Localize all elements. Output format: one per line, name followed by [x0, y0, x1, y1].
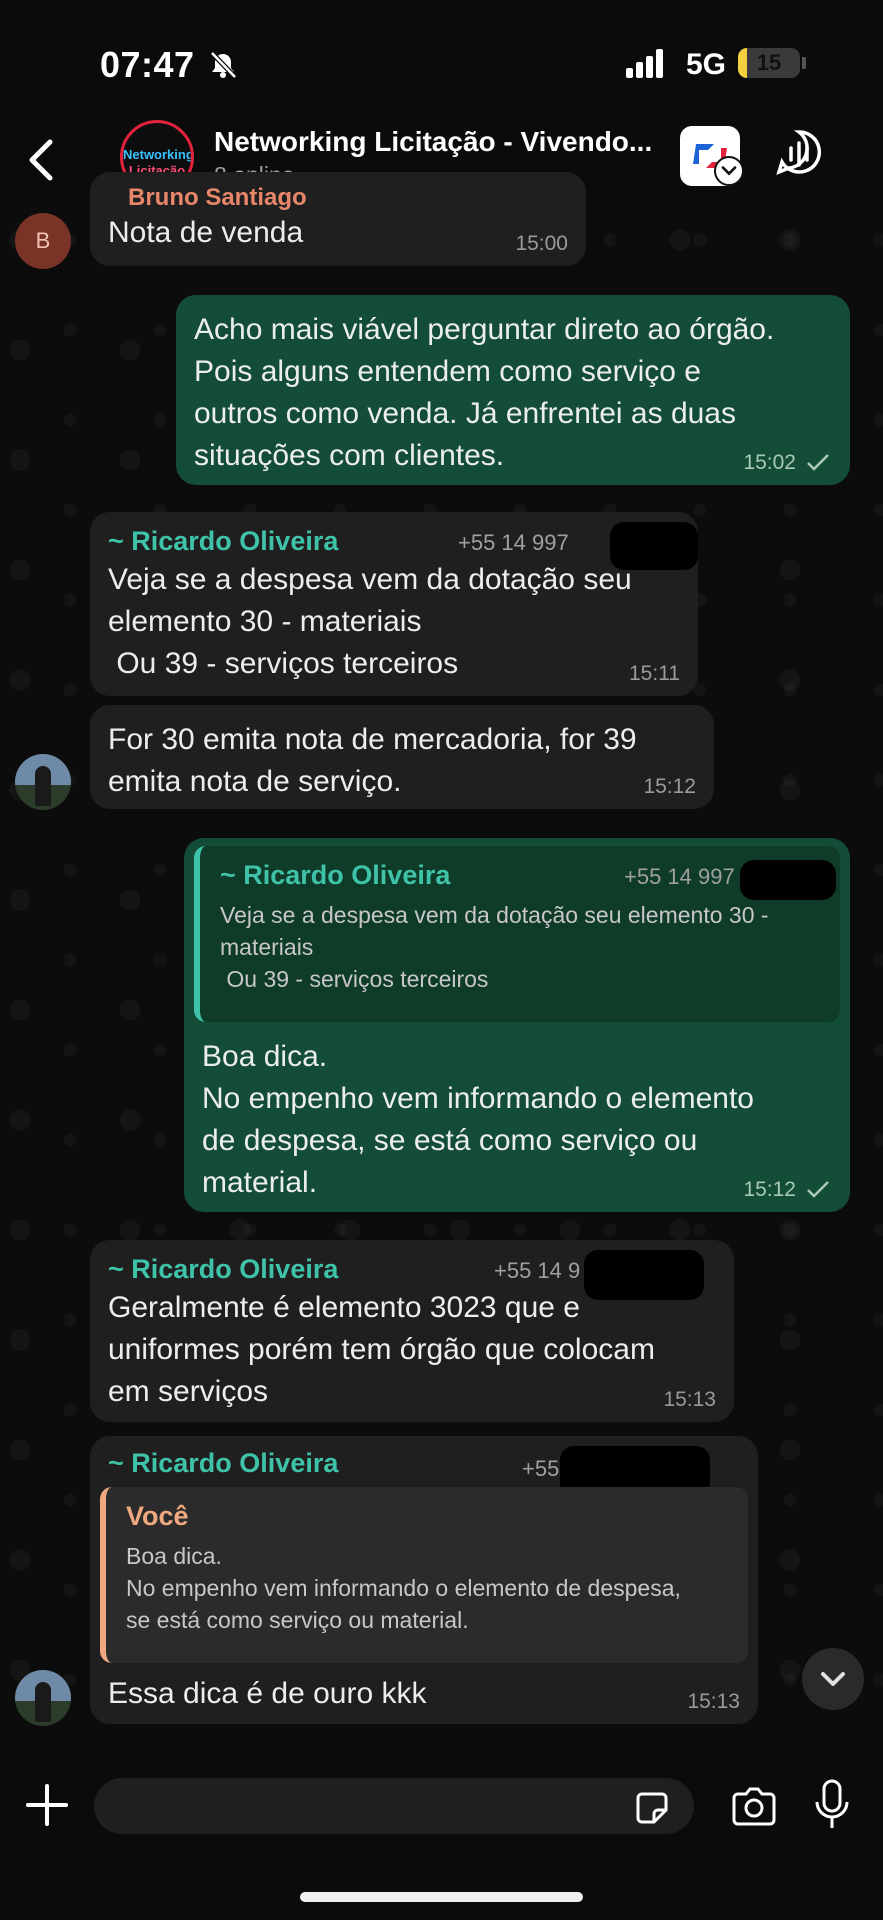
message-bubble-outgoing[interactable]: Acho mais viável perguntar direto ao órg…: [176, 295, 850, 485]
quoted-message[interactable]: ~ Ricardo Oliveira +55 14 997 Veja se a …: [194, 846, 840, 1022]
battery-percent: 15: [756, 50, 782, 75]
voice-chat-icon[interactable]: [774, 126, 824, 186]
redaction-mark: [740, 860, 836, 900]
scroll-to-bottom-button[interactable]: [802, 1648, 864, 1710]
message-sender: Bruno Santiago: [128, 184, 307, 211]
battery-indicator: 15: [738, 48, 800, 78]
message-bubble[interactable]: For 30 emita nota de mercadoria, for 39 …: [90, 705, 714, 809]
plus-icon[interactable]: [24, 1782, 70, 1828]
message-time: 15:12: [743, 1178, 796, 1201]
redaction-mark: [610, 522, 698, 570]
avatar[interactable]: B: [15, 213, 71, 269]
message-text: Nota de venda: [108, 216, 304, 249]
message-text: For 30 emita nota de mercadoria, for 39 …: [108, 723, 637, 798]
message-time: 15:13: [687, 1690, 740, 1713]
camera-icon[interactable]: [730, 1784, 778, 1828]
redaction-mark: [584, 1250, 704, 1300]
message-text: Boa dica. No empenho vem informando o el…: [202, 1040, 754, 1199]
quote-sender: Você: [126, 1501, 189, 1531]
message-bubble[interactable]: ~ Ricardo Oliveira +55 14 997 Veja se a …: [90, 512, 698, 696]
quote-text: Boa dica. No empenho vem informando o el…: [126, 1543, 681, 1633]
avatar[interactable]: [15, 754, 71, 810]
message-text: Geralmente é elemento 3023 que e uniform…: [108, 1291, 655, 1408]
message-input[interactable]: [94, 1778, 694, 1834]
message-time: 15:12: [643, 775, 696, 798]
mic-icon[interactable]: [812, 1778, 852, 1832]
check-icon: [807, 454, 829, 471]
sender-phone: +55 14 997: [458, 530, 569, 555]
quoted-message[interactable]: Você Boa dica. No empenho vem informando…: [100, 1487, 748, 1663]
quote-text: Veja se a despesa vem da dotação seu ele…: [220, 902, 769, 992]
message-sender: ~ Ricardo Oliveira: [108, 526, 339, 556]
chevron-down-icon: [821, 1672, 845, 1686]
sticker-icon[interactable]: [632, 1788, 672, 1828]
avatar-person: [35, 1682, 51, 1722]
back-icon[interactable]: [20, 130, 64, 190]
check-icon: [807, 1181, 829, 1198]
message-text: Veja se a despesa vem da dotação seu ele…: [108, 563, 632, 680]
battery-cap: [802, 57, 806, 69]
chevron-down-icon: [714, 156, 744, 186]
network-type: 5G: [686, 48, 727, 81]
message-bubble[interactable]: Bruno Santiago Nota de venda 15:00: [90, 172, 586, 266]
bell-off-icon: [210, 51, 237, 79]
quote-sender-phone: +55 14 997: [624, 864, 735, 889]
sender-phone: +55 14 9: [494, 1258, 581, 1283]
message-text: Acho mais viável perguntar direto ao órg…: [194, 313, 775, 472]
avatar[interactable]: [15, 1670, 71, 1726]
message-time: 15:11: [629, 662, 680, 685]
status-time: 07:47: [100, 44, 195, 85]
composer-bar: [0, 1760, 883, 1920]
chat-title[interactable]: Networking Licitação - Vivendo...: [214, 126, 674, 158]
group-avatar-line1: Networking: [123, 147, 194, 162]
signal-icon: [626, 49, 663, 78]
avatar-person: [35, 766, 51, 806]
message-time: 15:00: [515, 232, 568, 255]
message-bubble[interactable]: ~ Ricardo Oliveira +55 14 9 Você Boa dic…: [90, 1436, 758, 1724]
message-time: 15:02: [743, 451, 796, 474]
status-bar: 07:47 5G 15: [0, 0, 883, 120]
message-bubble[interactable]: ~ Ricardo Oliveira +55 14 9 Geralmente é…: [90, 1240, 734, 1422]
message-text: Essa dica é de ouro kkk: [108, 1677, 427, 1710]
message-bubble-outgoing[interactable]: ~ Ricardo Oliveira +55 14 997 Veja se a …: [184, 838, 850, 1212]
message-time: 15:13: [663, 1388, 716, 1411]
home-indicator: [300, 1892, 583, 1902]
